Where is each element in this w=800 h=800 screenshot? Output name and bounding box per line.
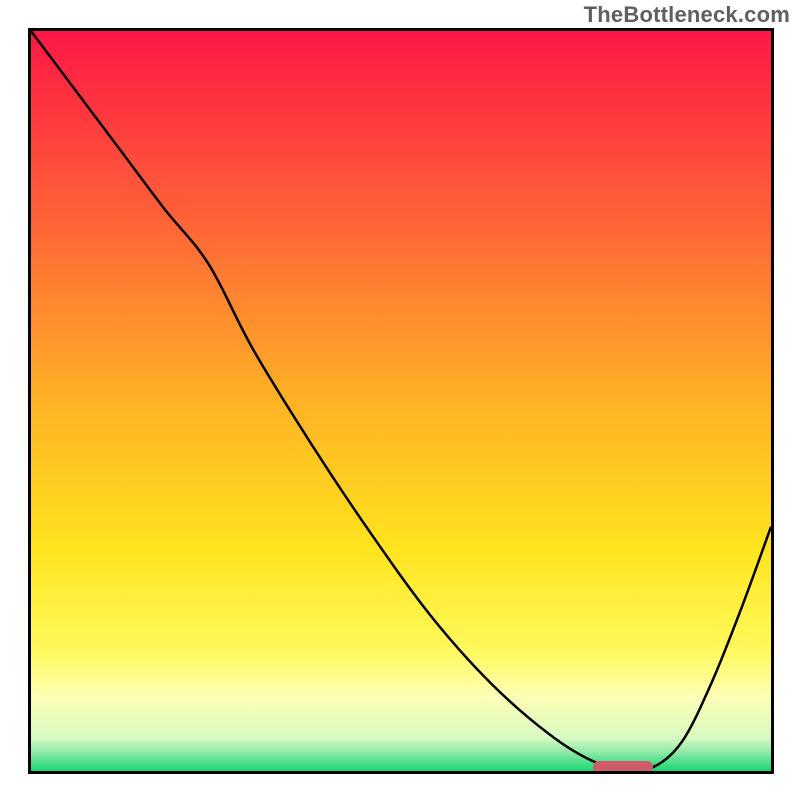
watermark-text: TheBottleneck.com	[584, 2, 790, 28]
curve-layer	[31, 31, 771, 771]
optimal-range-marker	[593, 761, 652, 773]
chart-container: TheBottleneck.com	[0, 0, 800, 800]
bottleneck-curve	[31, 31, 771, 769]
plot-area	[28, 28, 774, 774]
